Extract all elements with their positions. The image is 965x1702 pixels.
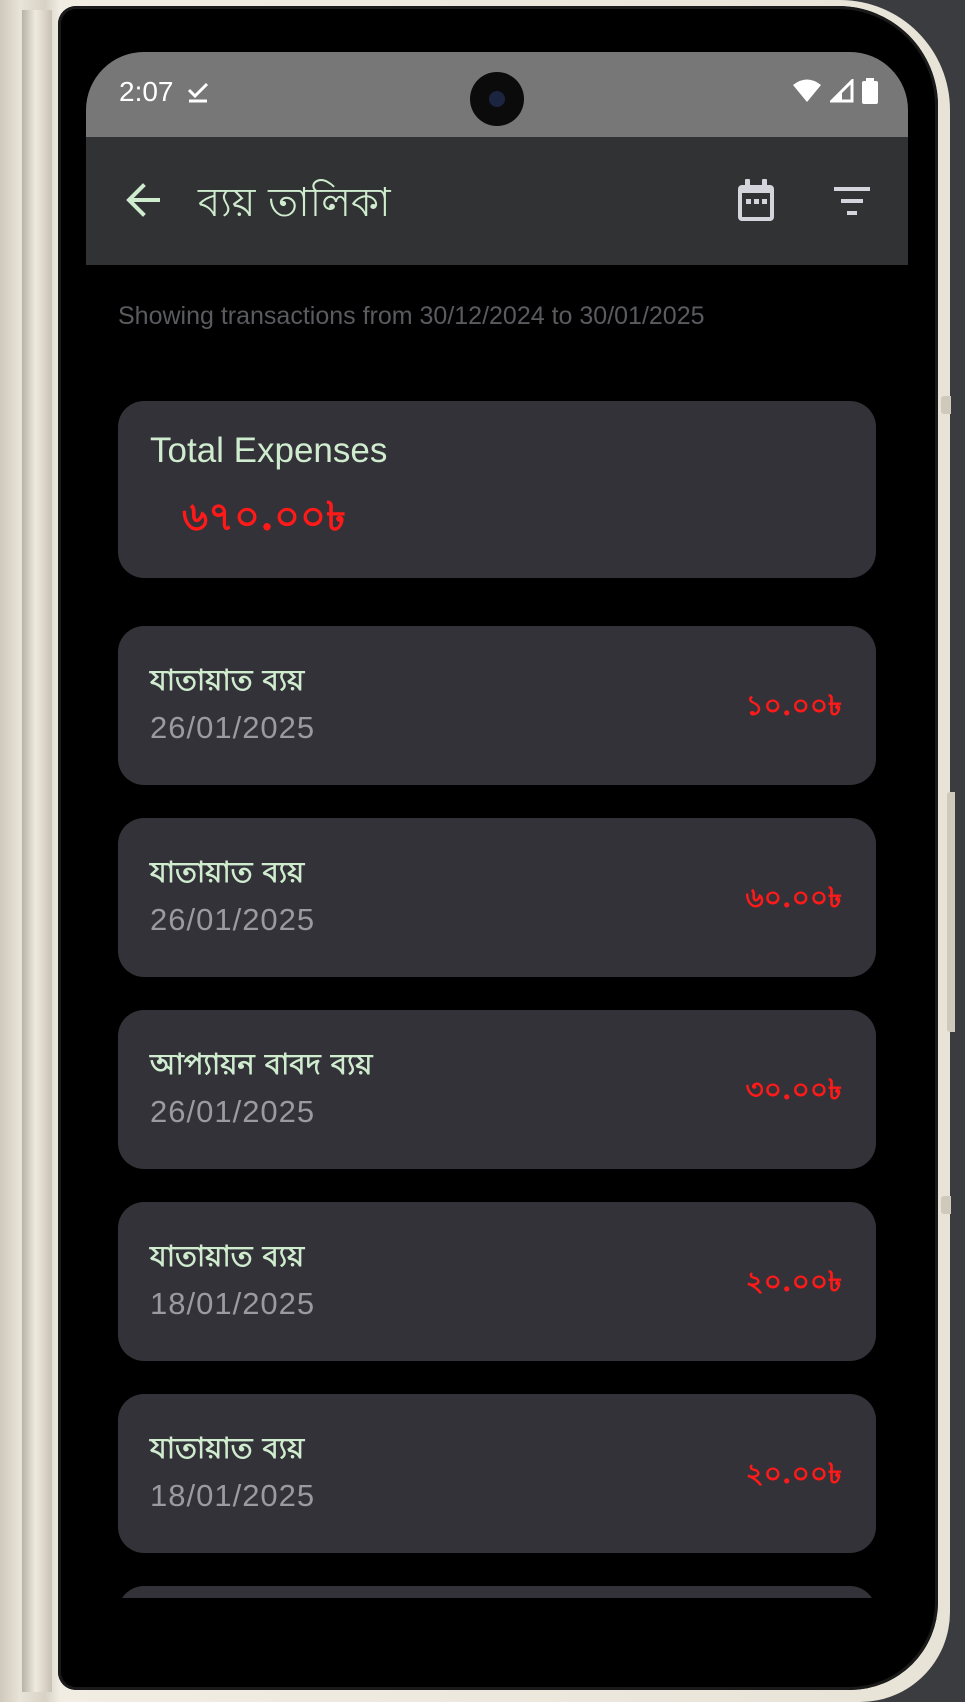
transaction-date: 26/01/2025	[150, 710, 316, 745]
check-icon	[187, 82, 209, 103]
total-expenses-label: Total Expenses	[150, 431, 388, 470]
transaction-date: 26/01/2025	[150, 1094, 316, 1129]
phone-screen: 2:07 ব্যয় তালিকা Showing transactions f…	[86, 52, 908, 1598]
transaction-amount: ৩০.০০৳	[745, 1073, 842, 1106]
battery-icon	[862, 78, 878, 104]
transaction-card-partial[interactable]	[118, 1586, 876, 1598]
transaction-amount: ২০.০০৳	[745, 1265, 842, 1298]
transaction-amount: ২০.০০৳	[745, 1457, 842, 1490]
status-time: 2:07	[119, 76, 174, 107]
transaction-title: যাতায়াত ব্যয়	[150, 855, 305, 889]
front-camera	[470, 72, 524, 126]
transaction-date: 26/01/2025	[150, 902, 316, 937]
side-button	[941, 396, 951, 414]
total-expenses-card: Total Expenses ৬৭০.০০৳	[118, 401, 876, 578]
transaction-date: 18/01/2025	[150, 1478, 316, 1513]
signal-icon	[830, 79, 854, 103]
calendar-icon[interactable]	[736, 179, 776, 223]
wifi-icon	[793, 79, 821, 102]
transaction-card[interactable]: আপ্যায়ন বাবদ ব্যয় 26/01/2025 ৩০.০০৳	[118, 1010, 876, 1169]
arrow-back-icon[interactable]	[124, 181, 162, 219]
transaction-card[interactable]: যাতায়াত ব্যয় 26/01/2025 ৬০.০০৳	[118, 818, 876, 977]
volume-button	[947, 792, 955, 1032]
filter-icon[interactable]	[832, 183, 872, 219]
transaction-card[interactable]: যাতায়াত ব্যয় 18/01/2025 ২০.০০৳	[118, 1394, 876, 1553]
status-bar: 2:07	[86, 52, 908, 137]
date-range-text: Showing transactions from 30/12/2024 to …	[118, 302, 705, 330]
device-hinge	[22, 10, 52, 1692]
transaction-date: 18/01/2025	[150, 1286, 316, 1321]
page-title: ব্যয় তালিকা	[198, 180, 391, 226]
transaction-card[interactable]: যাতায়াত ব্যয় 26/01/2025 ১০.০০৳	[118, 626, 876, 785]
transaction-amount: ১০.০০৳	[745, 689, 842, 722]
transaction-amount: ৬০.০০৳	[745, 881, 842, 914]
transaction-title: যাতায়াত ব্যয়	[150, 663, 305, 697]
transaction-title: আপ্যায়ন বাবদ ব্যয়	[150, 1047, 373, 1081]
transaction-title: যাতায়াত ব্যয়	[150, 1431, 305, 1465]
transaction-card[interactable]: যাতায়াত ব্যয় 18/01/2025 ২০.০০৳	[118, 1202, 876, 1361]
app-bar: ব্যয় তালিকা	[86, 137, 908, 265]
side-button-lower	[941, 1196, 951, 1214]
status-icons	[792, 78, 878, 104]
device-frame: 2:07 ব্যয় তালিকা Showing transactions f…	[0, 0, 965, 1702]
total-expenses-amount: ৬৭০.০০৳	[182, 493, 346, 540]
transaction-title: যাতায়াত ব্যয়	[150, 1239, 305, 1273]
